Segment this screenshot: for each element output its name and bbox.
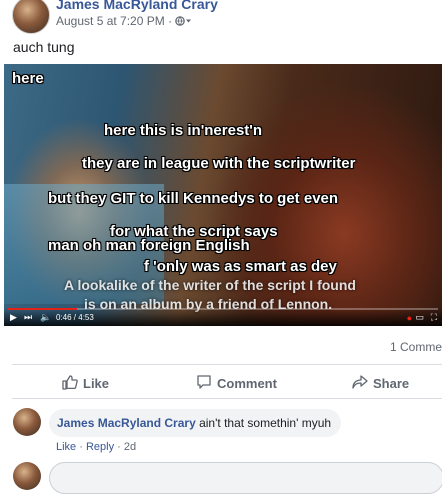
play-icon[interactable]: ▶: [10, 312, 17, 323]
post-author-name[interactable]: James MacRyland Crary: [56, 0, 218, 12]
overlay-line-2: here this is in'nerest'n: [104, 122, 263, 139]
thumbs-up-icon: [62, 374, 78, 393]
share-label: Share: [373, 375, 410, 391]
comment-bubble: James MacRyland Crary ain't that somethi…: [49, 409, 342, 437]
comment-actions-separator: ·: [117, 441, 121, 453]
globe-icon[interactable]: [175, 15, 192, 29]
comment-age[interactable]: 2d: [124, 441, 136, 453]
video-progress-fill: [8, 308, 77, 310]
share-icon: [352, 374, 368, 393]
comment-actions: Like · Reply · 2d: [56, 441, 136, 453]
commenter-avatar[interactable]: [13, 408, 41, 436]
like-label: Like: [83, 375, 110, 391]
post-timestamp[interactable]: August 5 at 7:20 PM: [56, 14, 165, 28]
video-time: 0:46 / 4:53: [56, 313, 94, 322]
next-icon[interactable]: ⏭: [24, 312, 32, 323]
share-button[interactable]: Share: [352, 374, 409, 392]
comment-actions-separator: ·: [79, 441, 83, 453]
overlay-line-6: man oh man foreign English: [48, 237, 250, 254]
like-button[interactable]: Like: [62, 374, 109, 392]
comment-text: ain't that somethin' myuh: [199, 416, 332, 430]
post-meta: August 5 at 7:20 PM ·: [56, 14, 192, 29]
theater-icon[interactable]: ▭: [415, 312, 424, 323]
overlay-line-7: f 'only was as smart as dey: [144, 258, 337, 275]
post-text: auch tung: [13, 39, 75, 55]
subtitle-line-1: A lookalike of the writer of the script …: [64, 277, 356, 293]
video-player[interactable]: here here this is in'nerest'n they are i…: [4, 64, 442, 326]
comment-like-link[interactable]: Like: [56, 441, 76, 453]
fullscreen-icon[interactable]: ⛶: [431, 312, 437, 323]
comment-label: Comment: [217, 375, 277, 391]
settings-icon[interactable]: ●: [407, 313, 412, 323]
comment-button[interactable]: Comment: [196, 374, 277, 392]
current-user-avatar: [13, 462, 41, 490]
comment-icon: [196, 374, 212, 393]
overlay-line-3: they are in league with the scriptwriter: [82, 155, 356, 172]
comment-count[interactable]: 1 Comme: [390, 340, 442, 354]
overlay-line-1: here: [12, 70, 44, 87]
post-header: James MacRyland Crary August 5 at 7:20 P…: [0, 0, 442, 36]
divider: [12, 364, 442, 365]
comment-reply-link[interactable]: Reply: [86, 441, 114, 453]
overlay-line-4: but they GIT to kill Kennedys to get eve…: [48, 190, 339, 207]
divider: [12, 398, 442, 399]
reply-input[interactable]: [49, 462, 442, 494]
video-progress-bar[interactable]: [8, 308, 438, 310]
volume-icon[interactable]: 🔈: [40, 312, 51, 323]
meta-separator: ·: [168, 14, 173, 28]
author-avatar[interactable]: [12, 0, 50, 34]
comment-author[interactable]: James MacRyland Crary: [57, 416, 196, 430]
